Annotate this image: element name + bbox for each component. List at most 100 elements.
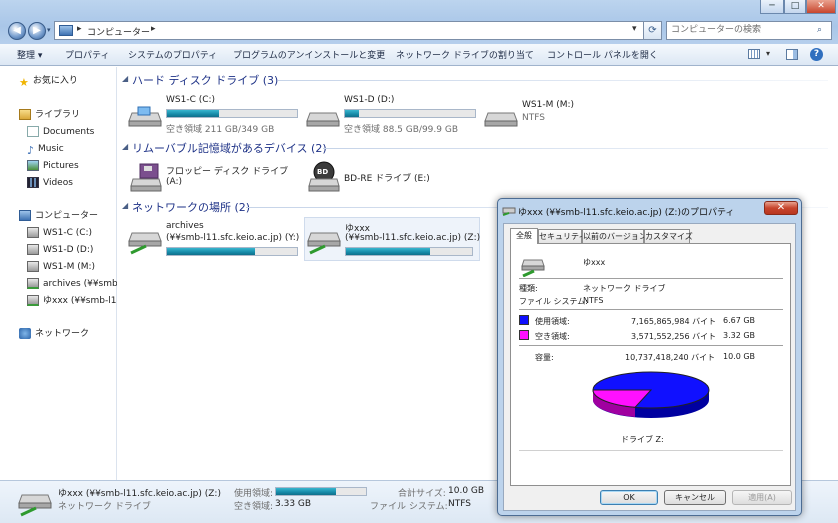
used-space-label: 使用領域: xyxy=(535,317,570,326)
computer-icon xyxy=(59,25,73,36)
forward-button[interactable]: ▶ xyxy=(28,22,46,40)
sidebar-item-label: WS1-M (M:) xyxy=(43,262,96,272)
drive-path: (¥¥smb-l11.sfc.keio.ac.jp) (Z:) xyxy=(345,233,481,243)
hard-drive-icon xyxy=(484,112,518,127)
sidebar-item-favorites[interactable]: ★ お気に入り xyxy=(0,73,117,89)
recent-pages-chevron-icon[interactable]: ▾ xyxy=(47,26,51,34)
details-usage-bar xyxy=(275,487,367,496)
breadcrumb-chevron-icon[interactable]: ▸ xyxy=(151,24,156,34)
collapse-chevron-icon[interactable]: ◢ xyxy=(122,74,128,83)
breadcrumb-computer[interactable]: コンピューター xyxy=(87,25,150,38)
preview-pane-icon[interactable] xyxy=(786,49,798,60)
network-drive-icon xyxy=(128,232,162,255)
free-space-label: 空き領域: xyxy=(535,332,570,341)
refresh-button[interactable]: ⟳ xyxy=(644,21,662,40)
drive-tile-m[interactable]: WS1-M (M:) NTFS xyxy=(484,93,644,133)
drive-usage-fill xyxy=(167,248,256,255)
address-bar[interactable]: ▸ コンピューター ▸ ▾ xyxy=(54,21,644,40)
sidebar-item-network-drive-z[interactable]: ゆxxx (¥¥smb-l11 xyxy=(0,293,117,309)
view-options-chevron-icon[interactable]: ▾ xyxy=(766,49,770,58)
capacity-bytes: 10,737,418,240 バイト xyxy=(625,353,716,362)
collapse-chevron-icon[interactable]: ◢ xyxy=(122,142,128,151)
sidebar-item-label: WS1-C (C:) xyxy=(43,228,93,238)
help-icon[interactable]: ? xyxy=(810,48,823,61)
drive-letter: (A:) xyxy=(166,177,183,187)
sidebar-item-pictures[interactable]: Pictures xyxy=(0,158,117,174)
collapse-chevron-icon[interactable]: ◢ xyxy=(122,201,128,210)
network-icon xyxy=(19,328,31,339)
organize-button[interactable]: 整理 ▾ xyxy=(17,48,42,61)
drive-usage-bar xyxy=(166,247,298,256)
maximize-button[interactable]: □ xyxy=(784,0,806,14)
group-header-removable[interactable]: リムーバブル記憶域があるデバイス (2) xyxy=(132,140,327,156)
drive-name: archives xyxy=(166,221,204,231)
details-total-label: 合計サイズ: xyxy=(398,489,446,499)
sidebar-item-network[interactable]: ネットワーク xyxy=(0,326,117,342)
address-dropdown-icon[interactable]: ▾ xyxy=(632,24,637,34)
search-placeholder: コンピューターの検索 xyxy=(671,25,762,35)
tab-previous-versions[interactable]: 以前のバージョン xyxy=(582,229,647,243)
drive-usage-fill xyxy=(345,110,360,117)
filesystem-label: ファイル システム: xyxy=(519,297,588,306)
apply-button[interactable]: 適用(A) xyxy=(732,490,792,505)
bd-icon-label: BD xyxy=(317,168,329,176)
drive-tile-c[interactable]: WS1-C (C:) 空き領域 211 GB/349 GB xyxy=(128,93,303,135)
open-control-panel-button[interactable]: コントロール パネルを開く xyxy=(547,48,658,61)
drive-usage-fill xyxy=(346,248,431,255)
cancel-button[interactable]: キャンセル xyxy=(664,490,726,505)
close-button[interactable]: ✕ xyxy=(806,0,836,14)
divider xyxy=(519,278,783,279)
properties-button[interactable]: プロパティ xyxy=(65,48,109,61)
tab-customize[interactable]: カスタマイズ xyxy=(644,229,693,243)
used-space-gb: 6.67 GB xyxy=(723,316,756,325)
details-free-label: 空き領域: xyxy=(234,502,274,512)
drive-tile-network-z[interactable]: ゆxxx (¥¥smb-l11.sfc.keio.ac.jp) (Z:) xyxy=(304,217,480,261)
drive-tile-bd[interactable]: BD BD-RE ドライブ (E:) xyxy=(306,161,481,197)
dialog-body: 全般 セキュリティ 以前のバージョン カスタマイズ ゆxxx 種類: ネットワー… xyxy=(503,223,796,511)
details-total-value: 10.0 GB xyxy=(448,486,485,496)
drive-icon xyxy=(27,261,39,272)
sidebar-item-archives[interactable]: archives (¥¥smb-l11 xyxy=(0,276,117,292)
sidebar-item-libraries[interactable]: ライブラリ xyxy=(0,107,117,123)
tab-security[interactable]: セキュリティ xyxy=(538,229,587,243)
ok-button[interactable]: OK xyxy=(600,490,658,505)
sidebar-item-drive-m[interactable]: WS1-M (M:) xyxy=(0,259,117,275)
capacity-label: 容量: xyxy=(535,353,554,362)
view-options-icon[interactable] xyxy=(748,49,760,59)
details-drive-name: ゆxxx (¥¥smb-l11.sfc.keio.ac.jp) (Z:) xyxy=(58,489,221,499)
back-button[interactable]: ◀ xyxy=(8,22,26,40)
drive-tile-floppy[interactable]: フロッピー ディスク ドライブ (A:) xyxy=(128,161,303,197)
group-header-hdd[interactable]: ハード ディスク ドライブ (3) xyxy=(132,72,278,88)
free-space-swatch xyxy=(519,330,529,340)
details-free-value: 3.33 GB xyxy=(275,499,312,509)
type-value: ネットワーク ドライブ xyxy=(583,284,666,293)
drive-tile-archives[interactable]: archives (¥¥smb-l11.sfc.keio.ac.jp) (Y:) xyxy=(128,219,303,261)
tab-general[interactable]: 全般 xyxy=(510,228,538,244)
uninstall-program-button[interactable]: プログラムのアンインストールと変更 xyxy=(233,48,385,61)
map-network-drive-button[interactable]: ネットワーク ドライブの割り当て xyxy=(396,48,534,61)
type-label: 種類: xyxy=(519,284,538,293)
drive-tile-d[interactable]: WS1-D (D:) 空き領域 88.5 GB/99.9 GB xyxy=(306,93,481,135)
sidebar-item-computer[interactable]: コンピューター xyxy=(0,208,117,224)
drive-name: フロッピー ディスク ドライブ xyxy=(166,167,289,177)
sidebar-item-drive-c[interactable]: WS1-C (C:) xyxy=(0,225,117,241)
minimize-button[interactable]: ─ xyxy=(760,0,784,14)
group-header-network[interactable]: ネットワークの場所 (2) xyxy=(132,199,250,215)
sidebar-item-label: Documents xyxy=(43,127,95,137)
network-drive-icon xyxy=(27,295,39,306)
network-drive-icon xyxy=(307,232,341,255)
details-used-label: 使用領域: xyxy=(234,489,274,499)
sidebar-item-music[interactable]: ♪ Music xyxy=(0,141,117,157)
sidebar-item-videos[interactable]: Videos xyxy=(0,175,117,191)
dialog-close-button[interactable]: ✕ xyxy=(764,201,798,215)
drive-usage-fill xyxy=(167,110,219,117)
system-properties-button[interactable]: システムのプロパティ xyxy=(128,48,217,61)
drive-caption: ドライブ Z: xyxy=(621,435,664,444)
sidebar-item-drive-d[interactable]: WS1-D (D:) xyxy=(0,242,117,258)
general-tab-panel: ゆxxx 種類: ネットワーク ドライブ ファイル システム: NTFS 使用領… xyxy=(510,243,791,486)
sidebar-item-documents[interactable]: Documents xyxy=(0,124,117,140)
search-input[interactable]: コンピューターの検索 ⌕ xyxy=(666,21,832,40)
pictures-icon xyxy=(27,160,39,171)
sidebar-item-label: Videos xyxy=(43,178,73,188)
drive-usage-bar xyxy=(345,247,473,256)
